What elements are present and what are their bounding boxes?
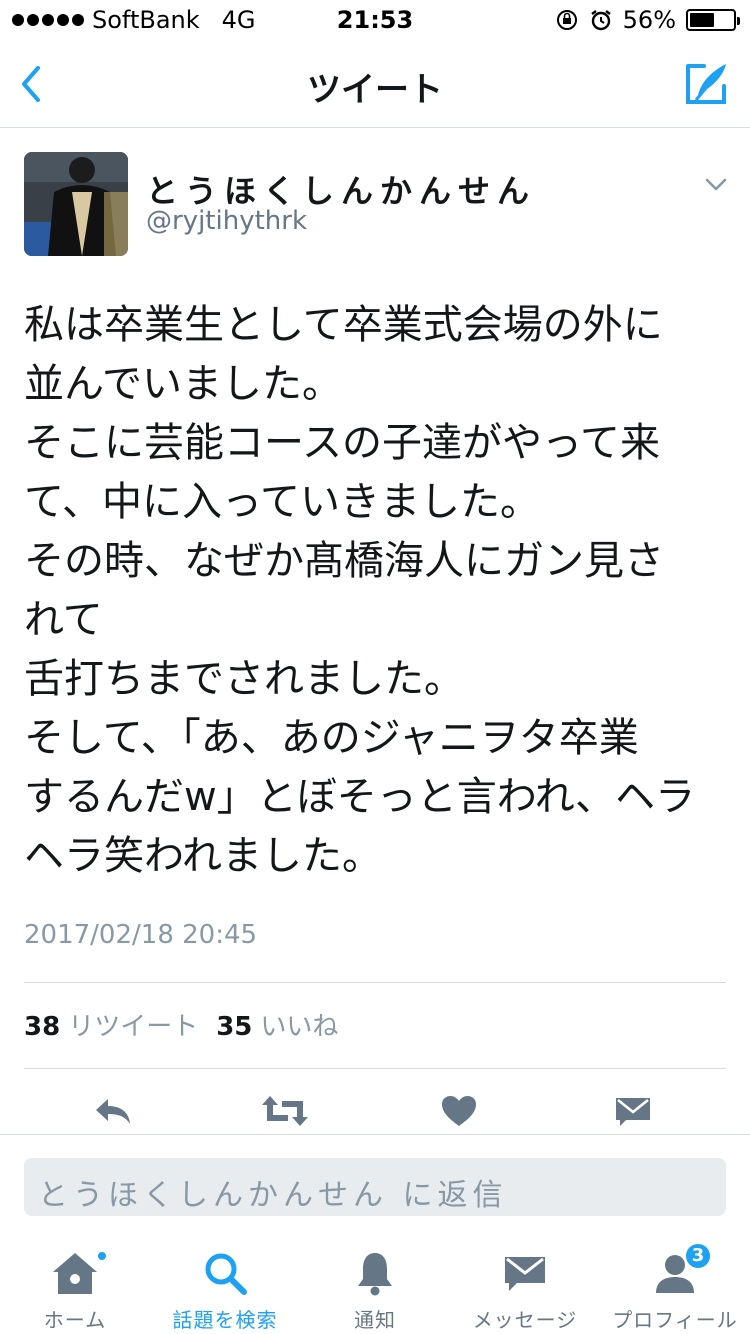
- like-button[interactable]: [434, 1086, 484, 1136]
- reply-icon: [96, 1099, 130, 1124]
- home-icon: [53, 1253, 97, 1294]
- tab-label: ホーム: [43, 1308, 107, 1332]
- compose-tweet-button[interactable]: [684, 60, 730, 106]
- tweet-text-line: そこに芸能コースの子達がやって来: [24, 420, 660, 466]
- tweet-actions: [0, 1086, 750, 1136]
- avatar[interactable]: [24, 152, 128, 256]
- user-handle[interactable]: @ryjtihythrk: [146, 206, 307, 236]
- battery-level: [690, 13, 714, 27]
- direct-message-button[interactable]: [608, 1086, 658, 1136]
- retweet-icon: [262, 1096, 308, 1126]
- tab-profile[interactable]: 3 プロフィール: [600, 1242, 750, 1334]
- retweet-count[interactable]: 38: [24, 1012, 60, 1042]
- alarm-icon: [590, 10, 611, 31]
- tweet-text-line: 舌打ちまでされました。: [24, 656, 464, 702]
- chevron-down-icon: [705, 178, 727, 191]
- tweet-text-line: れて: [24, 597, 103, 643]
- avatar-photo: [24, 152, 128, 256]
- search-icon: [205, 1253, 247, 1295]
- tab-search[interactable]: 話題を検索: [150, 1246, 300, 1334]
- divider: [24, 982, 726, 983]
- tab-messages[interactable]: メッセージ: [450, 1246, 600, 1334]
- tweet-stats: 38 リツイート 35 いいね: [24, 1006, 356, 1043]
- tweet-text-line: て、中に入っていきました。: [24, 479, 540, 525]
- reply-button[interactable]: [88, 1086, 138, 1136]
- tweet-options-button[interactable]: [704, 176, 728, 194]
- like-label[interactable]: いいね: [260, 1006, 338, 1043]
- status-right: 56%: [555, 6, 740, 34]
- battery-icon: [686, 9, 740, 31]
- tab-label: メッセージ: [472, 1308, 578, 1332]
- tweet-text-line: 並んでいました。: [24, 361, 342, 407]
- retweet-button[interactable]: [260, 1086, 310, 1136]
- envelope-icon: [505, 1257, 545, 1291]
- tweet-text-line: ヘラ笑われました。: [24, 833, 382, 879]
- envelope-icon: [616, 1098, 650, 1126]
- tab-label: 通知: [354, 1308, 396, 1332]
- orientation-lock-icon: [556, 10, 577, 30]
- tweet-text-line: するんだw」とぼそっと言われ、ヘラ: [24, 774, 696, 820]
- divider: [24, 1068, 726, 1069]
- battery-percent: 56%: [622, 6, 676, 34]
- bell-icon: [358, 1253, 392, 1296]
- status-bar: SoftBank 4G 21:53 56%: [0, 0, 750, 40]
- tweet-text-line: そして、「あ、あのジャニヲタ卒業: [24, 715, 639, 761]
- tweet-text-line: その時、なぜか髙橋海人にガン見さ: [24, 538, 664, 584]
- home-new-dot: [96, 1250, 108, 1262]
- tab-notifications[interactable]: 通知: [300, 1246, 450, 1334]
- divider: [0, 1134, 750, 1135]
- tab-label: 話題を検索: [172, 1308, 278, 1332]
- like-count[interactable]: 35: [216, 1012, 252, 1042]
- tab-label: プロフィール: [612, 1308, 738, 1332]
- compose-tweet-icon: [686, 64, 726, 104]
- page-title: ツイート: [307, 70, 443, 110]
- reply-input[interactable]: とうほくしんかんせん に返信: [24, 1158, 726, 1216]
- tab-home[interactable]: ホーム: [0, 1246, 150, 1334]
- nav-bar: ツイート: [0, 40, 750, 128]
- retweet-label[interactable]: リツイート: [68, 1006, 198, 1043]
- tweet-timestamp: 2017/02/18 20:45: [24, 920, 258, 950]
- profile-badge: 3: [684, 1242, 712, 1270]
- tweet-text-line: 私は卒業生として卒業式会場の外に: [24, 302, 663, 348]
- heart-icon: [442, 1096, 476, 1126]
- tab-bar: ホーム 話題を検索 通知 メッセージ 3 プロフィール: [0, 1238, 750, 1334]
- tweet-text: 私は卒業生として卒業式会場の外に 並んでいました。 そこに芸能コースの子達がやっ…: [24, 296, 728, 886]
